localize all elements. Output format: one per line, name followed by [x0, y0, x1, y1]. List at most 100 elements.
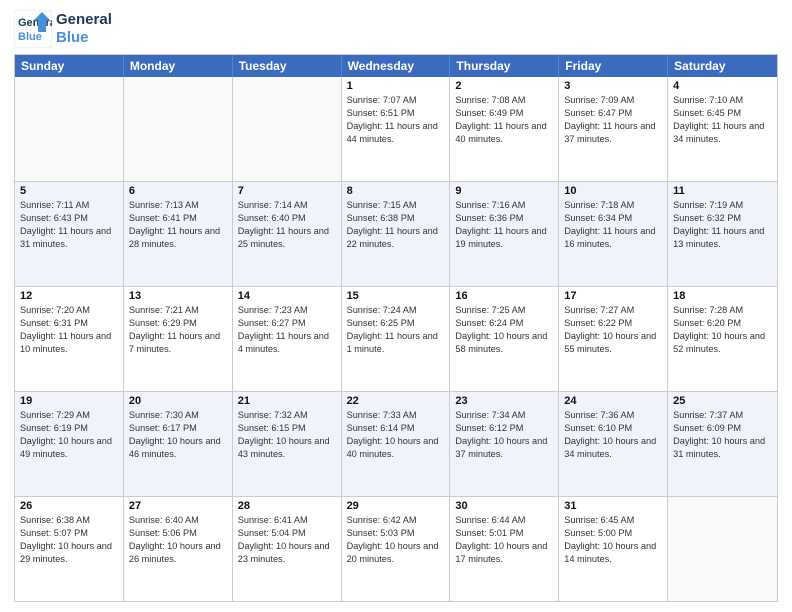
- day-detail: Sunrise: 7:34 AM Sunset: 6:12 PM Dayligh…: [455, 409, 553, 461]
- day-header-sunday: Sunday: [15, 55, 124, 77]
- day-number: 25: [673, 395, 772, 407]
- day-header-monday: Monday: [124, 55, 233, 77]
- day-cell-20: 20 Sunrise: 7:30 AM Sunset: 6:17 PM Dayli…: [124, 392, 233, 496]
- day-number: 22: [347, 395, 445, 407]
- day-number: 27: [129, 500, 227, 512]
- day-detail: Sunrise: 7:15 AM Sunset: 6:38 PM Dayligh…: [347, 199, 445, 251]
- svg-text:Blue: Blue: [18, 31, 42, 43]
- day-detail: Sunrise: 6:44 AM Sunset: 5:01 PM Dayligh…: [455, 514, 553, 566]
- day-detail: Sunrise: 6:42 AM Sunset: 5:03 PM Dayligh…: [347, 514, 445, 566]
- day-number: 9: [455, 185, 553, 197]
- calendar-row-2: 12 Sunrise: 7:20 AM Sunset: 6:31 PM Dayli…: [15, 286, 777, 391]
- day-cell-18: 18 Sunrise: 7:28 AM Sunset: 6:20 PM Dayli…: [668, 287, 777, 391]
- day-detail: Sunrise: 7:36 AM Sunset: 6:10 PM Dayligh…: [564, 409, 662, 461]
- day-number: 20: [129, 395, 227, 407]
- logo-icon: General Blue: [14, 10, 52, 48]
- day-number: 17: [564, 290, 662, 302]
- day-cell-30: 30 Sunrise: 6:44 AM Sunset: 5:01 PM Dayli…: [450, 497, 559, 601]
- day-cell-14: 14 Sunrise: 7:23 AM Sunset: 6:27 PM Dayli…: [233, 287, 342, 391]
- day-detail: Sunrise: 7:18 AM Sunset: 6:34 PM Dayligh…: [564, 199, 662, 251]
- day-cell-5: 5Sunrise: 7:11 AM Sunset: 6:43 PM Daylig…: [15, 182, 124, 286]
- day-cell-17: 17 Sunrise: 7:27 AM Sunset: 6:22 PM Dayli…: [559, 287, 668, 391]
- day-number: 11: [673, 185, 772, 197]
- day-header-thursday: Thursday: [450, 55, 559, 77]
- day-cell-15: 15 Sunrise: 7:24 AM Sunset: 6:25 PM Dayli…: [342, 287, 451, 391]
- day-number: 19: [20, 395, 118, 407]
- day-cell-23: 23Sunrise: 7:34 AM Sunset: 6:12 PM Dayli…: [450, 392, 559, 496]
- calendar-row-0: 1 Sunrise: 7:07 AM Sunset: 6:51 PM Daylig…: [15, 77, 777, 181]
- day-detail: Sunrise: 7:07 AM Sunset: 6:51 PM Dayligh…: [347, 94, 445, 146]
- day-number: 1: [347, 80, 445, 92]
- day-cell-8: 8 Sunrise: 7:15 AM Sunset: 6:38 PM Daylig…: [342, 182, 451, 286]
- header: General Blue GeneralBlue: [14, 10, 778, 48]
- day-number: 8: [347, 185, 445, 197]
- day-number: 10: [564, 185, 662, 197]
- day-detail: Sunrise: 7:27 AM Sunset: 6:22 PM Dayligh…: [564, 304, 662, 356]
- page: General Blue GeneralBlue SundayMondayTue…: [0, 0, 792, 612]
- day-detail: Sunrise: 7:32 AM Sunset: 6:15 PM Dayligh…: [238, 409, 336, 461]
- day-detail: Sunrise: 7:16 AM Sunset: 6:36 PM Dayligh…: [455, 199, 553, 251]
- day-detail: Sunrise: 7:33 AM Sunset: 6:14 PM Dayligh…: [347, 409, 445, 461]
- day-number: 29: [347, 500, 445, 512]
- day-number: 4: [673, 80, 772, 92]
- day-number: 15: [347, 290, 445, 302]
- day-cell-2: 2 Sunrise: 7:08 AM Sunset: 6:49 PM Daylig…: [450, 77, 559, 181]
- day-cell-31: 31 Sunrise: 6:45 AM Sunset: 5:00 PM Dayli…: [559, 497, 668, 601]
- day-cell-19: 19Sunrise: 7:29 AM Sunset: 6:19 PM Dayli…: [15, 392, 124, 496]
- calendar-row-4: 26 Sunrise: 6:38 AM Sunset: 5:07 PM Dayli…: [15, 496, 777, 601]
- day-number: 31: [564, 500, 662, 512]
- calendar: SundayMondayTuesdayWednesdayThursdayFrid…: [14, 54, 778, 602]
- day-detail: Sunrise: 7:20 AM Sunset: 6:31 PM Dayligh…: [20, 304, 118, 356]
- day-number: 16: [455, 290, 553, 302]
- day-detail: Sunrise: 7:08 AM Sunset: 6:49 PM Dayligh…: [455, 94, 553, 146]
- day-detail: Sunrise: 7:25 AM Sunset: 6:24 PM Dayligh…: [455, 304, 553, 356]
- day-number: 13: [129, 290, 227, 302]
- day-header-tuesday: Tuesday: [233, 55, 342, 77]
- day-cell-25: 25 Sunrise: 7:37 AM Sunset: 6:09 PM Dayli…: [668, 392, 777, 496]
- day-header-friday: Friday: [559, 55, 668, 77]
- day-number: 2: [455, 80, 553, 92]
- day-number: 6: [129, 185, 227, 197]
- logo-text: GeneralBlue: [56, 11, 112, 47]
- day-number: 30: [455, 500, 553, 512]
- day-number: 14: [238, 290, 336, 302]
- day-detail: Sunrise: 7:30 AM Sunset: 6:17 PM Dayligh…: [129, 409, 227, 461]
- day-cell-4: 4 Sunrise: 7:10 AM Sunset: 6:45 PM Daylig…: [668, 77, 777, 181]
- day-detail: Sunrise: 7:21 AM Sunset: 6:29 PM Dayligh…: [129, 304, 227, 356]
- day-cell-1: 1 Sunrise: 7:07 AM Sunset: 6:51 PM Daylig…: [342, 77, 451, 181]
- day-detail: Sunrise: 7:37 AM Sunset: 6:09 PM Dayligh…: [673, 409, 772, 461]
- day-detail: Sunrise: 7:14 AM Sunset: 6:40 PM Dayligh…: [238, 199, 336, 251]
- day-detail: Sunrise: 7:28 AM Sunset: 6:20 PM Dayligh…: [673, 304, 772, 356]
- day-detail: Sunrise: 6:38 AM Sunset: 5:07 PM Dayligh…: [20, 514, 118, 566]
- empty-cell: [15, 77, 124, 181]
- day-detail: Sunrise: 7:23 AM Sunset: 6:27 PM Dayligh…: [238, 304, 336, 356]
- day-cell-10: 10 Sunrise: 7:18 AM Sunset: 6:34 PM Dayli…: [559, 182, 668, 286]
- day-header-saturday: Saturday: [668, 55, 777, 77]
- day-number: 7: [238, 185, 336, 197]
- day-number: 18: [673, 290, 772, 302]
- day-cell-12: 12 Sunrise: 7:20 AM Sunset: 6:31 PM Dayli…: [15, 287, 124, 391]
- day-detail: Sunrise: 6:45 AM Sunset: 5:00 PM Dayligh…: [564, 514, 662, 566]
- empty-cell: [668, 497, 777, 601]
- day-cell-6: 6 Sunrise: 7:13 AM Sunset: 6:41 PM Daylig…: [124, 182, 233, 286]
- day-cell-9: 9 Sunrise: 7:16 AM Sunset: 6:36 PM Daylig…: [450, 182, 559, 286]
- day-number: 24: [564, 395, 662, 407]
- calendar-row-3: 19Sunrise: 7:29 AM Sunset: 6:19 PM Dayli…: [15, 391, 777, 496]
- day-detail: Sunrise: 7:13 AM Sunset: 6:41 PM Dayligh…: [129, 199, 227, 251]
- day-detail: Sunrise: 7:10 AM Sunset: 6:45 PM Dayligh…: [673, 94, 772, 146]
- day-number: 12: [20, 290, 118, 302]
- day-number: 26: [20, 500, 118, 512]
- day-detail: Sunrise: 7:19 AM Sunset: 6:32 PM Dayligh…: [673, 199, 772, 251]
- day-header-wednesday: Wednesday: [342, 55, 451, 77]
- day-cell-22: 22 Sunrise: 7:33 AM Sunset: 6:14 PM Dayli…: [342, 392, 451, 496]
- day-cell-24: 24 Sunrise: 7:36 AM Sunset: 6:10 PM Dayli…: [559, 392, 668, 496]
- day-number: 3: [564, 80, 662, 92]
- day-detail: Sunrise: 7:24 AM Sunset: 6:25 PM Dayligh…: [347, 304, 445, 356]
- empty-cell: [233, 77, 342, 181]
- day-cell-28: 28Sunrise: 6:41 AM Sunset: 5:04 PM Dayli…: [233, 497, 342, 601]
- day-detail: Sunrise: 7:11 AM Sunset: 6:43 PM Dayligh…: [20, 199, 118, 251]
- day-cell-16: 16 Sunrise: 7:25 AM Sunset: 6:24 PM Dayli…: [450, 287, 559, 391]
- day-detail: Sunrise: 6:41 AM Sunset: 5:04 PM Dayligh…: [238, 514, 336, 566]
- calendar-body: 1 Sunrise: 7:07 AM Sunset: 6:51 PM Daylig…: [15, 77, 777, 601]
- day-cell-13: 13 Sunrise: 7:21 AM Sunset: 6:29 PM Dayli…: [124, 287, 233, 391]
